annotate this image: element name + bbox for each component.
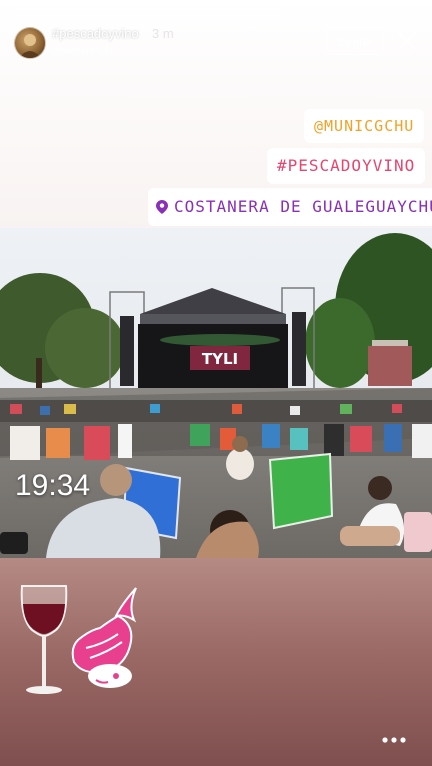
story-hashtag[interactable]: #pescadoyvino — [52, 26, 139, 41]
story-username[interactable]: eldavicho11 — [52, 44, 110, 56]
concert-photo: TYLI — [0, 228, 432, 558]
story-photo: TYLI — [0, 228, 432, 558]
avatar[interactable] — [14, 27, 46, 59]
more-options-icon — [382, 737, 406, 743]
fish-icon — [71, 587, 137, 688]
location-label: COSTANERA DE GUALEGUAYCHÚ — [174, 197, 432, 216]
close-icon — [398, 32, 416, 50]
location-sticker[interactable]: COSTANERA DE GUALEGUAYCHÚ — [148, 188, 432, 226]
story-viewer[interactable]: #pescadoyvino 3 m eldavicho11 Seguir @MU… — [0, 0, 432, 766]
story-time: 3 m — [152, 26, 174, 41]
time-sticker[interactable]: 19:34 — [15, 469, 90, 503]
more-options-button[interactable] — [380, 732, 408, 748]
wine-glass-icon — [20, 585, 68, 694]
story-progress-fill — [10, 8, 287, 10]
close-button[interactable] — [396, 30, 418, 52]
location-pin-icon — [156, 200, 168, 214]
wine-glass-sticker[interactable] — [18, 582, 70, 700]
fish-sticker[interactable] — [64, 586, 146, 690]
avatar-image — [19, 34, 41, 58]
stage-sign: TYLI — [202, 350, 238, 368]
follow-button[interactable]: Seguir — [326, 27, 384, 55]
hashtag-sticker[interactable]: #PESCADOYVINO — [267, 148, 426, 184]
mention-sticker[interactable]: @MUNICGCHU — [304, 109, 425, 143]
